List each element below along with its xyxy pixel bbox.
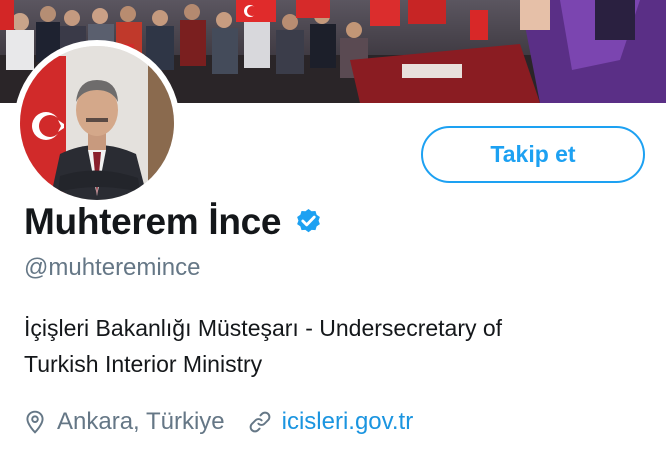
verified-badge-icon xyxy=(297,208,321,232)
avatar-portrait-image xyxy=(20,46,174,200)
profile-name-row: Muhterem İnce xyxy=(24,196,324,248)
profile-location: Ankara, Türkiye xyxy=(57,408,225,435)
profile-bio: İçişleri Bakanlığı Müsteşarı - Undersecr… xyxy=(24,310,644,382)
profile-meta-row: Ankara, Türkiye icisleri.gov.tr xyxy=(22,402,413,442)
profile-bio-line: Turkish Interior Ministry xyxy=(24,351,263,377)
profile-username: @muhteremince xyxy=(24,254,201,281)
profile-bio-line: İçişleri Bakanlığı Müsteşarı - Undersecr… xyxy=(24,315,503,341)
link-icon xyxy=(249,411,270,433)
follow-button[interactable]: Takip et xyxy=(421,126,645,183)
profile-website-link[interactable]: icisleri.gov.tr xyxy=(282,408,414,436)
map-pin-icon xyxy=(26,410,44,434)
profile-avatar[interactable] xyxy=(14,40,180,206)
follow-button-label: Takip et xyxy=(490,141,576,167)
profile-display-name: Muhterem İnce xyxy=(24,201,282,242)
